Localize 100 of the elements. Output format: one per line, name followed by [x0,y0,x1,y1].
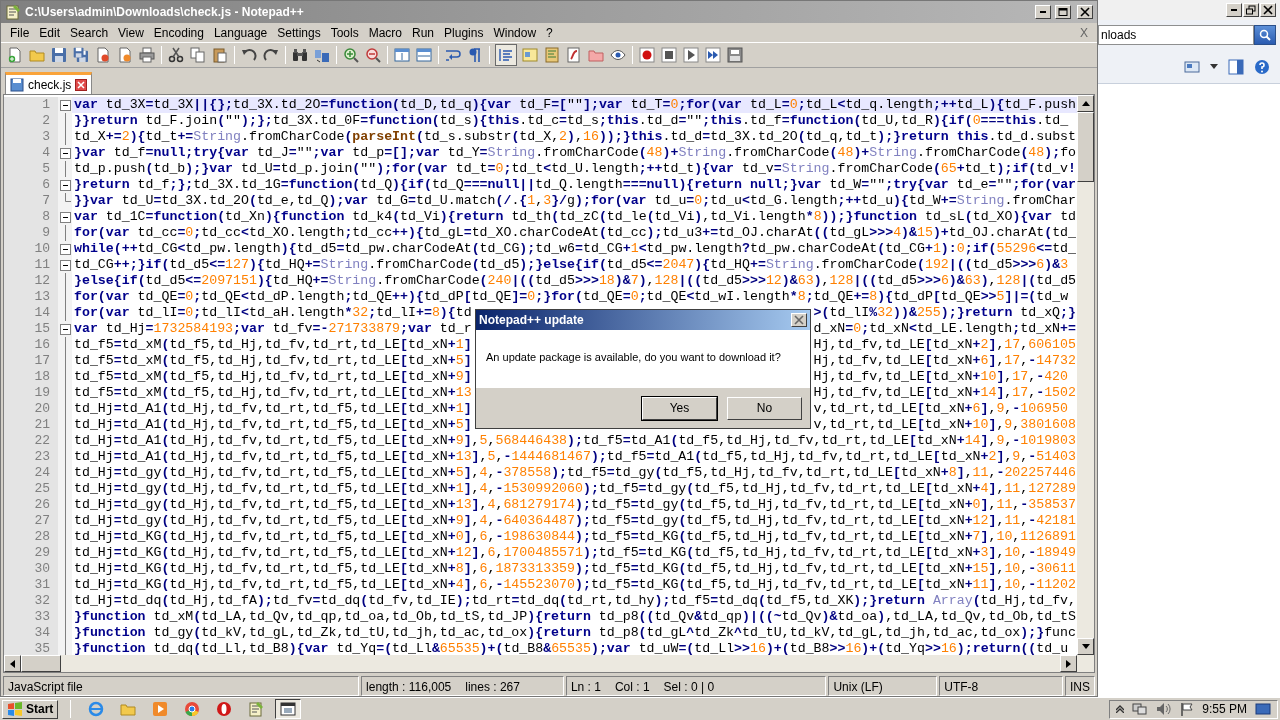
fold-toggle-icon[interactable] [59,259,71,271]
minimize-button[interactable] [1035,5,1051,19]
redo-icon[interactable] [263,47,279,63]
restore-button[interactable] [1243,3,1259,17]
menu-item[interactable]: File [5,23,35,42]
pilcrow-icon[interactable] [467,47,483,63]
search-button[interactable] [1254,25,1276,45]
close-button[interactable] [1260,3,1276,17]
close-document-button[interactable]: X [1075,23,1093,42]
code-line: td_Hj=td_KG(td_Hj,td_fv,td_rt,td_f5,td_LE[td_xN+0],6,-198630844);td_f5=td_KG(td_f5,td_Hj,td_fv,td_rt,td_LE[td_xN+7],10,1126891 [74,529,1076,545]
code-line: v,td_rt,td_LE[td_xN+10],9,3801608 [813,417,1076,433]
file-tab[interactable]: check.js [5,72,93,94]
menu-item[interactable]: ? [541,23,558,42]
menu-item[interactable]: View [113,23,149,42]
scrollbar-thumb[interactable] [1077,112,1094,182]
code-line: var td_1C=function(td_Xn){function td_k4(td_Vi){return td_th(td_zC(td_le(td_Vi),td_Vi.length*8));}function td_sL(td_XO){var td [74,209,1077,225]
window-title: C:\Users\admin\Downloads\check.js - Notepad++ [25,4,304,21]
circle-logo-icon[interactable] [216,701,233,717]
fold-toggle-icon[interactable] [59,323,71,335]
function-list-icon[interactable] [566,47,582,63]
binoculars-icon[interactable] [292,47,308,63]
line-number: 25 [4,481,58,497]
file-icon [10,77,24,92]
save-macro-icon[interactable] [727,47,743,63]
code-line: }var td_f=null;try{var td_J="";var td_p=[];var td_Y=String.fromCharCode(48)+String.fromCharCode(48)+String.fromCharCode(48);fo [74,145,1077,161]
paste-icon[interactable] [212,47,228,63]
code-line: td_f5=td_xM(td_f5,td_Hj,td_fv,td_rt,td_LE[td_xN+13 [74,385,472,401]
fold-toggle-icon[interactable] [59,211,71,223]
code-line: }else{if(td_d5<=2097151){td_HQ+=String.fromCharCode(240|((td_d5>>>18)&7),128|((td_d5>>>12)&63),128|((td_d5>>>6)&63),128|(td_d5 [74,273,1077,289]
menu-item[interactable]: Language [208,23,273,42]
status-text: Col : 1 [614,679,650,694]
chevron-up-icon[interactable] [1116,705,1125,713]
caret-icon[interactable] [1210,64,1218,69]
line-number: 27 [4,513,58,529]
close-file-icon[interactable] [95,47,111,63]
line-number: 14 [4,305,58,321]
network-icon[interactable] [1132,702,1149,716]
dialog-button[interactable]: Yes [642,396,717,420]
save-icon[interactable] [51,47,67,63]
menu-item[interactable]: Window [488,23,542,42]
search-field[interactable]: nloads [1098,25,1254,45]
menu-item[interactable]: Macro [363,23,407,42]
fold-toggle-icon[interactable] [59,243,71,255]
stop-icon[interactable] [661,47,677,63]
pane-icon[interactable] [1228,58,1244,75]
scroll-up-button[interactable] [1077,95,1094,112]
close-button[interactable] [791,313,807,327]
menu-item[interactable]: Plugins [439,23,489,42]
show-desktop-icon[interactable] [1255,702,1271,716]
play-multiple-icon[interactable] [705,47,721,63]
line-number: 3 [4,129,58,145]
word-wrap-icon[interactable] [445,47,461,63]
minimize-button[interactable] [1226,3,1242,17]
window-icon[interactable] [280,701,297,717]
eye-icon[interactable] [610,47,626,63]
line-number: 6 [4,177,58,193]
code-line: td_Hj=td_dq(td_Hj,td_fA);td_fv=td_dq(td_fv,td_IE);td_rt=td_dq(td_rt,td_hy);td_f5=td_dq(td_f5,td_XK);}return Array(td_Hj,td_fv, [74,593,1076,609]
close-button[interactable] [1077,5,1093,19]
scroll-down-button[interactable] [1077,638,1094,655]
start-button[interactable]: Start [2,699,59,719]
fold-toggle-icon[interactable] [59,99,71,111]
scroll-right-button[interactable] [1060,655,1077,672]
code-line: td_f5=td_xM(td_f5,td_Hj,td_fv,td_rt,td_LE[td_xN+9] [74,369,472,385]
flag-icon[interactable] [1180,702,1195,716]
menu-item[interactable]: Settings [272,23,326,42]
sync-vertical-icon[interactable] [394,47,410,63]
zoom-out-icon[interactable] [365,47,381,63]
menu-item[interactable]: Search [65,23,114,42]
play-icon[interactable] [683,47,699,63]
maximize-button[interactable] [1055,5,1071,19]
undo-icon[interactable] [241,47,257,63]
help-icon[interactable] [1254,58,1270,75]
menu-item[interactable]: Encoding [148,23,209,42]
record-icon[interactable] [639,47,655,63]
indent-guide-icon[interactable] [498,47,514,63]
scroll-left-button[interactable] [4,655,21,672]
line-number: 13 [4,289,58,305]
fold-toggle-icon[interactable] [59,147,71,159]
copy-icon[interactable] [190,47,206,63]
print-icon[interactable] [139,47,155,63]
cut-icon[interactable] [168,47,184,63]
save-all-icon[interactable] [73,47,89,63]
close-icon[interactable] [75,78,88,91]
menu-item[interactable]: Tools [325,23,364,42]
menu-item[interactable]: Edit [34,23,66,42]
sync-horizontal-icon[interactable] [416,47,432,63]
replace-icon[interactable] [314,47,330,63]
speaker-icon[interactable] [1156,702,1173,716]
dialog-button[interactable]: No [727,396,802,420]
scrollbar-thumb[interactable] [21,655,61,672]
fold-toggle-icon[interactable] [59,179,71,191]
line-number: 5 [4,161,58,177]
left-arrow-icon [10,659,15,668]
view-icon[interactable] [1184,59,1200,74]
restore-icon [1245,5,1257,15]
new-file-icon[interactable] [7,47,23,63]
line-number: 9 [4,225,58,241]
menu-item[interactable]: Run [407,23,440,42]
close-all-icon[interactable] [117,47,133,63]
zoom-in-icon[interactable] [343,47,359,63]
